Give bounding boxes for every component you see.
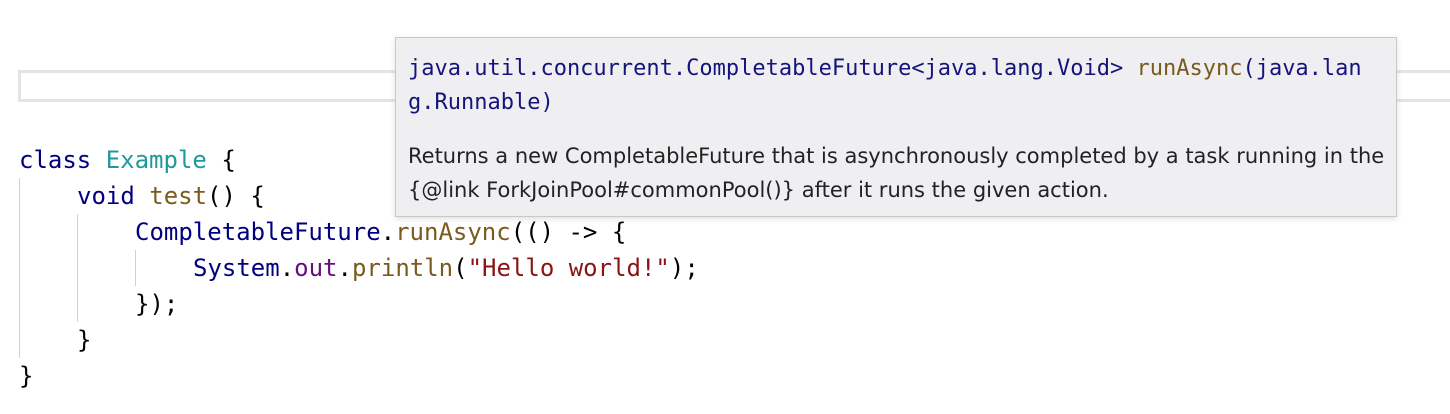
signature-method-name: runAsync (1136, 56, 1243, 81)
close-brace: } (19, 362, 34, 390)
indent-guide (135, 250, 136, 286)
class-reference: System (193, 254, 280, 282)
close-paren: ); (669, 254, 699, 282)
documentation-tooltip[interactable]: java.util.concurrent.CompletableFuture<j… (395, 37, 1397, 217)
code-line-2: void test() { (77, 178, 265, 214)
open-paren: ( (453, 254, 468, 282)
lambda-end: }); (135, 290, 179, 318)
code-line-3: CompletableFuture.runAsync(() -> { (135, 214, 626, 250)
method-call[interactable]: runAsync (395, 218, 511, 246)
close-brace: } (77, 326, 92, 354)
keyword-void: void (77, 182, 135, 210)
open-brace: { (221, 146, 236, 174)
dot: . (279, 254, 295, 282)
code-line-1: class Example { (19, 142, 236, 178)
dot: . (380, 218, 396, 246)
method-signature: java.util.concurrent.CompletableFuture<j… (408, 52, 1383, 120)
keyword-class: class (19, 146, 92, 174)
class-name: Example (105, 146, 207, 174)
code-line-6: } (77, 322, 91, 358)
indent-guide (77, 214, 78, 322)
method-description: Returns a new CompletableFuture that is … (408, 144, 1385, 202)
method-name: test (149, 182, 208, 210)
code-line-7: } (19, 358, 33, 394)
class-reference: CompletableFuture (135, 218, 381, 246)
method-call: println (351, 254, 454, 282)
field-reference: out (294, 254, 338, 282)
string-literal: "Hello world!" (467, 254, 670, 282)
lambda-start: (() -> { (510, 218, 627, 246)
dot: . (337, 254, 352, 282)
indent-guide (19, 178, 20, 358)
signature-return-type: java.util.concurrent.CompletableFuture<j… (408, 56, 1137, 81)
code-line-5: }); (135, 286, 178, 322)
code-line-4: System.out.println("Hello world!"); (193, 250, 699, 286)
method-params: () { (207, 182, 265, 210)
